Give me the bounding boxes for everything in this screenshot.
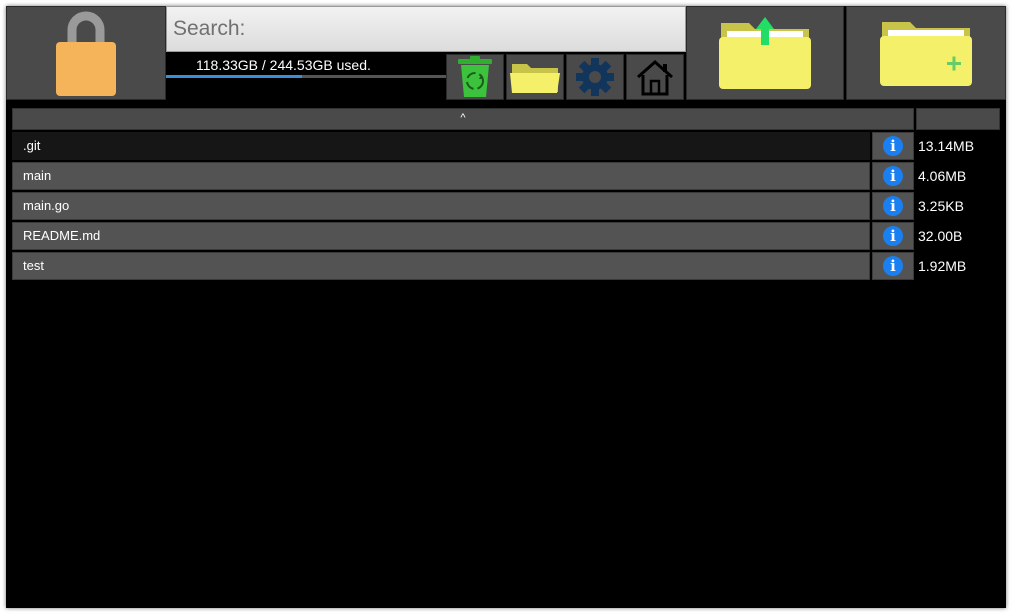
upload-button[interactable] xyxy=(686,6,844,100)
file-size: 3.25KB xyxy=(918,198,964,214)
info-icon: i xyxy=(883,166,903,186)
gear-icon xyxy=(576,58,614,96)
info-icon: i xyxy=(883,256,903,276)
storage-usage-fill xyxy=(166,75,302,78)
info-button[interactable]: i xyxy=(872,252,914,280)
size-column-header[interactable] xyxy=(916,108,1000,130)
file-row[interactable]: .git i 13.14MB xyxy=(12,132,1000,160)
file-row[interactable]: main i 4.06MB xyxy=(12,162,1000,190)
open-folder-icon xyxy=(510,64,560,93)
info-button[interactable]: i xyxy=(872,162,914,190)
file-row[interactable]: test i 1.92MB xyxy=(12,252,1000,280)
file-list-area: ^ .git i 13.14MB main i 4.06MB main.go i… xyxy=(6,100,1006,608)
info-button[interactable]: i xyxy=(872,132,914,160)
home-icon xyxy=(637,59,673,96)
open-folder-button[interactable] xyxy=(506,54,564,100)
lock-icon xyxy=(56,11,116,96)
file-name[interactable]: main xyxy=(12,162,870,190)
file-list: .git i 13.14MB main i 4.06MB main.go i 3… xyxy=(12,132,1000,282)
new-folder-button[interactable] xyxy=(846,6,1006,100)
info-icon: i xyxy=(883,136,903,156)
info-button[interactable]: i xyxy=(872,192,914,220)
file-manager-window: 118.33GB / 244.53GB used. xyxy=(6,6,1006,608)
file-row[interactable]: main.go i 3.25KB xyxy=(12,192,1000,220)
storage-usage-bar xyxy=(166,75,446,78)
sort-indicator: ^ xyxy=(460,112,466,124)
info-icon: i xyxy=(883,196,903,216)
file-size: 32.00B xyxy=(918,228,963,244)
top-toolbar: 118.33GB / 244.53GB used. xyxy=(6,6,1006,100)
trash-icon xyxy=(458,56,492,97)
file-size: 1.92MB xyxy=(918,258,967,274)
trash-button[interactable] xyxy=(446,54,504,100)
info-button[interactable]: i xyxy=(872,222,914,250)
upload-folder-icon xyxy=(719,17,811,89)
info-icon: i xyxy=(883,226,903,246)
file-name[interactable]: main.go xyxy=(12,192,870,220)
file-name[interactable]: README.md xyxy=(12,222,870,250)
lock-button[interactable] xyxy=(6,6,166,100)
file-size: 13.14MB xyxy=(918,138,975,154)
settings-button[interactable] xyxy=(566,54,624,100)
file-size: 4.06MB xyxy=(918,168,967,184)
new-folder-icon xyxy=(880,22,972,86)
file-row[interactable]: README.md i 32.00B xyxy=(12,222,1000,250)
name-column-header[interactable]: ^ xyxy=(12,108,914,130)
storage-usage-text: 118.33GB / 244.53GB used. xyxy=(196,57,371,73)
home-button[interactable] xyxy=(626,54,684,100)
file-name[interactable]: test xyxy=(12,252,870,280)
file-name[interactable]: .git xyxy=(12,132,870,160)
search-input[interactable] xyxy=(166,6,686,52)
search-area: 118.33GB / 244.53GB used. xyxy=(166,6,686,100)
